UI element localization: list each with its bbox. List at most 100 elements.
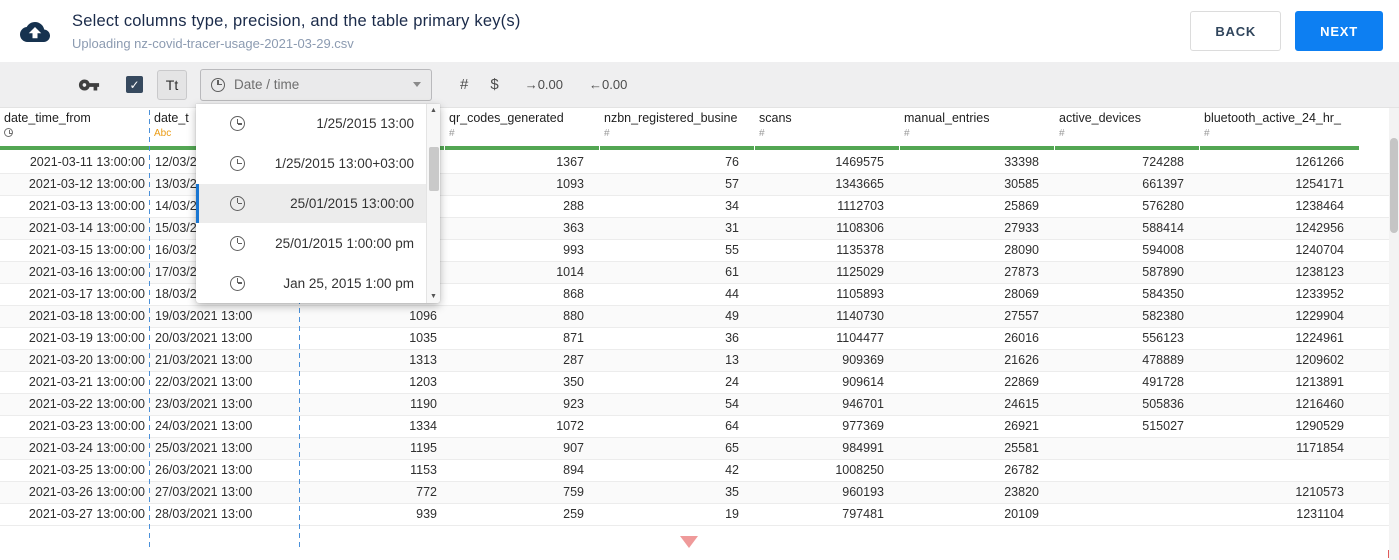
table-cell: 25/03/2021 13:00 (155, 441, 253, 455)
table-cell: 1093 (556, 177, 584, 191)
upload-filename-subtitle: Uploading nz-covid-tracer-usage-2021-03-… (72, 35, 354, 51)
vertical-scrollbar[interactable] (1389, 108, 1399, 560)
table-cell: 946701 (842, 397, 884, 411)
table-cell: 27933 (1004, 221, 1039, 235)
table-row: 2021-03-21 13:00:00 22/03/2021 13:00 1203 3… (0, 372, 1389, 394)
increase-precision-button[interactable]: →0.00 (525, 77, 563, 92)
scroll-up-arrow[interactable]: ▲ (430, 104, 437, 117)
text-type-button[interactable]: Tt (157, 69, 187, 100)
dropdown-scrollbar[interactable]: ▲ ▼ (426, 104, 440, 303)
clock-icon (230, 116, 245, 132)
dropdown-item-label: 1/25/2015 13:00 (316, 116, 414, 132)
table-cell: 2021-03-17 13:00:00 (28, 287, 145, 301)
column-header-bluetooth_active_24_hr_[interactable]: bluetooth_active_24_hr_ # (1200, 108, 1360, 152)
table-cell: 22869 (1004, 375, 1039, 389)
primary-key-checkbox[interactable]: ✓ (126, 76, 143, 93)
primary-key-icon[interactable] (78, 74, 100, 96)
table-cell: 287 (563, 353, 584, 367)
table-cell: 724288 (1142, 155, 1184, 169)
dropdown-item-label: 1/25/2015 13:00+03:00 (274, 156, 414, 172)
datetime-format-select[interactable]: Date / time (200, 68, 432, 101)
table-cell: 880 (563, 309, 584, 323)
table-cell: 288 (563, 199, 584, 213)
dropdown-item-label: 25/01/2015 1:00:00 pm (275, 235, 414, 251)
datetime-format-dropdown: 1/25/2015 13:00 1/25/2015 13:00+03:00 25/0… (196, 104, 440, 303)
table-row: 2021-03-18 13:00:00 19/03/2021 13:00 1096 8… (0, 306, 1389, 328)
table-cell: 1367 (556, 155, 584, 169)
column-quality-bar (755, 146, 899, 150)
next-button[interactable]: NEXT (1295, 11, 1383, 51)
table-cell: 2021-03-22 13:00:00 (28, 397, 145, 411)
column-type-indicator: # (904, 128, 910, 139)
table-cell: 24/03/2021 13:00 (155, 419, 253, 433)
table-cell: 515027 (1142, 419, 1184, 433)
dropdown-item-label: Jan 25, 2015 1:00 pm (283, 275, 414, 291)
column-header-qr_codes_generated[interactable]: qr_codes_generated # (445, 108, 600, 152)
decrease-precision-button[interactable]: ←0.00 (589, 77, 627, 92)
table-cell: 1035 (409, 331, 437, 345)
table-cell: 61 (725, 265, 739, 279)
currency-type-button[interactable]: $ (490, 76, 498, 93)
table-cell: 1108306 (836, 221, 884, 235)
column-header-active_devices[interactable]: active_devices # (1055, 108, 1200, 152)
dropdown-scroll-track[interactable] (427, 117, 440, 290)
dropdown-scroll-thumb[interactable] (428, 147, 439, 191)
table-cell: 582380 (1142, 309, 1184, 323)
table-cell: 363 (563, 221, 584, 235)
number-type-button[interactable]: # (460, 76, 468, 93)
table-cell: 2021-03-25 13:00:00 (28, 463, 145, 477)
cloud-upload-icon (20, 22, 50, 42)
table-row: 2021-03-24 13:00:00 25/03/2021 13:00 1195 9… (0, 438, 1389, 460)
table-cell: 2021-03-14 13:00:00 (28, 221, 145, 235)
table-cell: 25869 (1004, 199, 1039, 213)
table-cell: 49 (725, 309, 739, 323)
column-header-scans[interactable]: scans # (755, 108, 900, 152)
table-cell: 2021-03-23 13:00:00 (28, 419, 145, 433)
check-icon: ✓ (129, 77, 140, 92)
column-header-manual_entries[interactable]: manual_entries # (900, 108, 1055, 152)
table-cell: 576280 (1142, 199, 1184, 213)
table-row: 2021-03-22 13:00:00 23/03/2021 13:00 1190 9… (0, 394, 1389, 416)
back-button[interactable]: BACK (1190, 11, 1282, 51)
table-cell: 54 (725, 397, 739, 411)
table-cell: 23/03/2021 13:00 (155, 397, 253, 411)
table-cell: 1171854 (1296, 441, 1344, 455)
dropdown-list: 1/25/2015 13:00 1/25/2015 13:00+03:00 25/0… (196, 104, 426, 303)
table-row: 2021-03-27 13:00:00 28/03/2021 13:00 939 25… (0, 504, 1389, 526)
dropdown-item[interactable]: Jan 25, 2015 1:00 pm (196, 263, 426, 303)
table-cell: 556123 (1142, 331, 1184, 345)
table-cell: 1210573 (1295, 485, 1344, 499)
dropdown-item[interactable]: 25/01/2015 13:00:00 (196, 183, 426, 224)
dropdown-item[interactable]: 25/01/2015 1:00:00 pm (196, 223, 426, 263)
chevron-down-icon (413, 82, 421, 87)
table-cell: 1313 (409, 353, 437, 367)
table-cell: 909614 (842, 375, 884, 389)
table-cell: 977369 (842, 419, 884, 433)
dropdown-item-label: 25/01/2015 13:00:00 (290, 195, 414, 211)
table-cell: 2021-03-21 13:00:00 (28, 375, 145, 389)
table-cell: 21626 (1004, 353, 1039, 367)
table-cell: 2021-03-20 13:00:00 (28, 353, 145, 367)
table-cell: 1224961 (1295, 331, 1344, 345)
dropdown-item[interactable]: 1/25/2015 13:00+03:00 (196, 144, 426, 184)
table-cell: 57 (725, 177, 739, 191)
table-cell: 20/03/2021 13:00 (155, 331, 253, 345)
table-cell: 31 (725, 221, 739, 235)
column-header-date_time_from[interactable]: date_time_from (0, 108, 150, 152)
table-cell: 2021-03-12 13:00:00 (28, 177, 145, 191)
table-cell: 2021-03-16 13:00:00 (28, 265, 145, 279)
clock-icon (230, 275, 245, 291)
column-name: active_devices (1059, 111, 1141, 125)
table-cell: 1203 (409, 375, 437, 389)
wizard-actions: BACK NEXT (1190, 11, 1383, 51)
vertical-scrollbar-thumb[interactable] (1390, 138, 1398, 233)
table-cell: 42 (725, 463, 739, 477)
table-cell: 76 (725, 155, 739, 169)
dropdown-item[interactable]: 1/25/2015 13:00 (196, 104, 426, 144)
clock-icon (230, 156, 245, 172)
scroll-down-arrow[interactable]: ▼ (430, 290, 437, 303)
column-header-nzbn_registered_busine[interactable]: nzbn_registered_busine # (600, 108, 755, 152)
table-cell: 984991 (842, 441, 884, 455)
column-quality-bar (1055, 146, 1199, 150)
table-row: 2021-03-26 13:00:00 27/03/2021 13:00 772 75… (0, 482, 1389, 504)
